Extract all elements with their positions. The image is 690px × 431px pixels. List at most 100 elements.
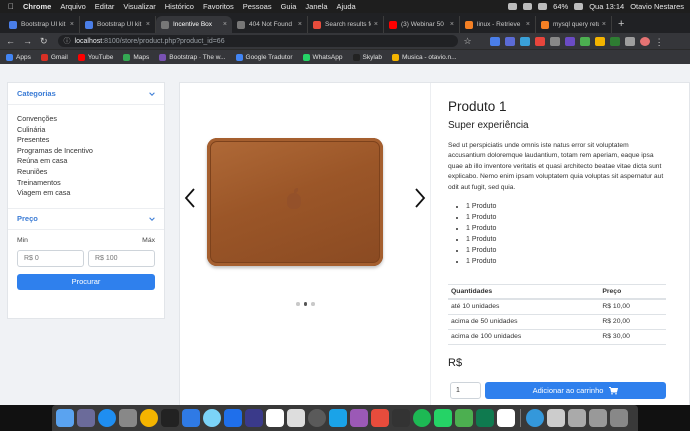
menu-item[interactable]: Arquivo <box>60 2 85 11</box>
tab-close-icon[interactable]: × <box>602 21 606 28</box>
bookmark-item[interactable]: Musica - otavio.n... <box>392 53 457 61</box>
status-icon[interactable] <box>508 3 518 10</box>
dock-app-icon[interactable] <box>287 409 305 427</box>
dock-app-icon[interactable] <box>224 409 242 427</box>
dock-app-icon[interactable] <box>413 409 431 427</box>
clock[interactable]: Qua 13:14 <box>589 2 624 11</box>
browser-tab[interactable]: Search results fo × <box>308 16 384 33</box>
menu-item[interactable]: Favoritos <box>203 2 234 11</box>
price-header[interactable]: Preço <box>8 207 164 230</box>
dock-app-icon[interactable] <box>371 409 389 427</box>
dock-app-icon[interactable] <box>56 409 74 427</box>
extension-icon[interactable] <box>609 36 620 46</box>
extension-icon[interactable] <box>564 36 575 46</box>
extension-icon[interactable] <box>519 36 530 46</box>
add-to-cart-button[interactable]: Adicionar ao carrinho <box>485 382 666 399</box>
browser-tab[interactable]: Bootstrap UI kit × <box>4 16 80 33</box>
bookmark-item[interactable]: Apps <box>6 53 31 61</box>
carousel-prev-icon[interactable] <box>183 187 197 209</box>
browser-tab[interactable]: linux - Retrieve × <box>460 16 536 33</box>
bookmark-item[interactable]: Maps <box>123 53 149 61</box>
dock-app-icon[interactable] <box>455 409 473 427</box>
menu-item[interactable]: Pessoas <box>243 2 272 11</box>
dock-app-icon[interactable] <box>245 409 263 427</box>
back-icon[interactable]: ← <box>6 36 15 46</box>
extension-icon[interactable] <box>624 36 635 46</box>
dock-app-icon[interactable] <box>568 409 586 427</box>
dock-app-icon[interactable] <box>526 409 544 427</box>
dock-app-icon[interactable] <box>119 409 137 427</box>
bookmark-item[interactable]: Gmail <box>40 53 68 61</box>
browser-tab[interactable]: 404 Not Found × <box>232 16 308 33</box>
menu-item[interactable]: Ajuda <box>337 2 356 11</box>
category-item[interactable]: Treinamentos <box>17 178 155 189</box>
menu-item[interactable]: Guia <box>281 2 297 11</box>
dock-app-icon[interactable] <box>98 409 116 427</box>
category-item[interactable]: Reúna em casa <box>17 156 155 167</box>
browser-tab[interactable]: Bootstrap UI kit × <box>80 16 156 33</box>
max-price-input[interactable] <box>88 249 155 267</box>
tab-close-icon[interactable]: × <box>223 21 227 28</box>
dock-app-icon[interactable] <box>547 409 565 427</box>
tab-close-icon[interactable]: × <box>526 21 530 28</box>
quantity-input[interactable] <box>450 382 481 399</box>
search-button[interactable]: Procurar <box>17 273 155 290</box>
tab-close-icon[interactable]: × <box>450 21 454 28</box>
carousel-indicator-active[interactable] <box>303 302 307 306</box>
bookmark-item[interactable]: Bootstrap · The w... <box>159 53 226 61</box>
category-item[interactable]: Reuniões <box>17 167 155 178</box>
user-name[interactable]: Otavio Nestares <box>630 2 684 11</box>
bookmark-item[interactable]: Google Tradutor <box>235 53 293 61</box>
browser-tab-active[interactable]: Incentive Box × <box>156 16 232 33</box>
battery-icon[interactable] <box>574 3 584 10</box>
bookmark-item[interactable]: Skylab <box>352 53 382 61</box>
min-price-input[interactable] <box>17 249 84 267</box>
new-tab-icon[interactable]: + <box>618 18 624 30</box>
extension-icon[interactable] <box>534 36 545 46</box>
tab-close-icon[interactable]: × <box>374 21 378 28</box>
dock-app-icon[interactable] <box>329 409 347 427</box>
info-icon[interactable]: ⓘ <box>64 36 71 46</box>
carousel-indicator[interactable] <box>296 302 300 306</box>
menu-item[interactable]: Janela <box>305 2 327 11</box>
dock-app-icon[interactable] <box>203 409 221 427</box>
dock-app-icon[interactable] <box>308 409 326 427</box>
menu-item[interactable]: Histórico <box>165 2 194 11</box>
status-icon[interactable] <box>523 3 533 10</box>
dock-app-icon[interactable] <box>497 409 515 427</box>
menu-app-name[interactable]: Chrome <box>23 2 51 11</box>
menu-item[interactable]: Visualizar <box>123 2 155 11</box>
dock-app-icon[interactable] <box>77 409 95 427</box>
reload-icon[interactable]: ↻ <box>40 36 48 47</box>
battery-percent[interactable]: 64% <box>553 2 568 11</box>
dock-app-icon[interactable] <box>589 409 607 427</box>
extension-icon[interactable] <box>489 36 500 46</box>
category-item[interactable]: Viagem em casa <box>17 188 155 199</box>
carousel-next-icon[interactable] <box>413 187 427 209</box>
profile-avatar-icon[interactable] <box>639 36 650 46</box>
extension-icon[interactable] <box>594 36 605 46</box>
tab-close-icon[interactable]: × <box>70 21 74 28</box>
dock-app-icon[interactable] <box>161 409 179 427</box>
dock-app-icon[interactable] <box>476 409 494 427</box>
dock-app-icon[interactable] <box>350 409 368 427</box>
tab-close-icon[interactable]: × <box>146 21 150 28</box>
bookmark-item[interactable]: WhatsApp <box>302 53 343 61</box>
wifi-icon[interactable] <box>538 3 548 10</box>
dock-app-icon[interactable] <box>392 409 410 427</box>
category-item[interactable]: Programas de Incentivo <box>17 146 155 157</box>
browser-tab[interactable]: mysql query retu × <box>536 16 612 33</box>
bookmark-item[interactable]: YouTube <box>77 53 113 61</box>
browser-tab[interactable]: (3) Webinar 50 × <box>384 16 460 33</box>
bookmark-star-icon[interactable]: ☆ <box>464 36 472 47</box>
carousel-indicator[interactable] <box>311 302 315 306</box>
address-bar[interactable]: ⓘ localhost :8100/store/product.php?prod… <box>57 35 458 47</box>
category-item[interactable]: Presentes <box>17 135 155 146</box>
dock-app-icon[interactable] <box>182 409 200 427</box>
categories-header[interactable]: Categorias <box>8 83 164 105</box>
category-item[interactable]: Convenções <box>17 114 155 125</box>
dock-app-icon[interactable] <box>140 409 158 427</box>
tab-close-icon[interactable]: × <box>298 21 302 28</box>
dock-app-icon[interactable] <box>610 409 628 427</box>
category-item[interactable]: Culinária <box>17 125 155 136</box>
